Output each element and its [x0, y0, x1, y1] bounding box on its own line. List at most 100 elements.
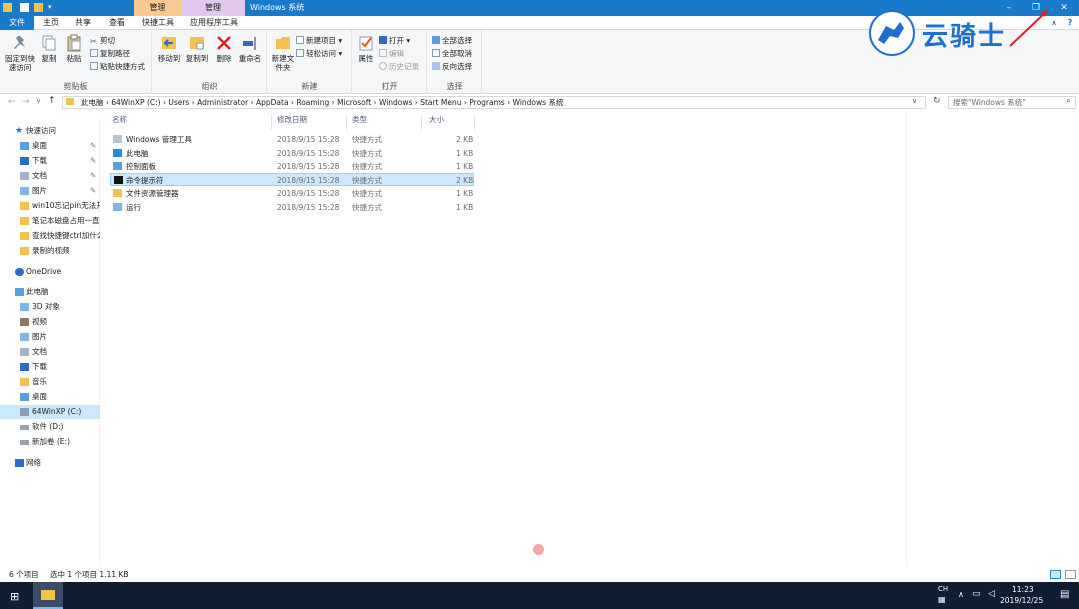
- easy-access-button[interactable]: 轻松访问 ▾: [296, 49, 342, 59]
- nav-quick-item[interactable]: 下载 ✎: [0, 154, 100, 168]
- properties-button[interactable]: 属性: [355, 34, 377, 63]
- nav-pc-item[interactable]: 64WinXP (C:): [0, 405, 100, 419]
- nav-quick-item[interactable]: 桌面 ✎: [0, 139, 100, 153]
- copy-to-button[interactable]: 复制到: [183, 34, 211, 63]
- up-arrow-icon[interactable]: ↑: [48, 96, 56, 106]
- nav-quick-item[interactable]: 查找快捷键ctrl加什么: [0, 229, 100, 243]
- chevron-up-icon[interactable]: ∧: [958, 590, 964, 599]
- nav-network[interactable]: 网络: [0, 456, 100, 470]
- file-row[interactable]: 此电脑 2018/9/15 15:28 快捷方式 1 KB: [110, 147, 474, 160]
- nav-pc-item[interactable]: 软件 (D:): [0, 420, 100, 434]
- tab-file[interactable]: 文件: [0, 16, 34, 30]
- tab-view[interactable]: 查看: [100, 16, 134, 30]
- nav-quick-item[interactable]: 文档 ✎: [0, 169, 100, 183]
- refresh-icon[interactable]: ↻: [933, 96, 941, 106]
- nav-pc-item[interactable]: 新加卷 (E:): [0, 435, 100, 449]
- pin-quick-access-button[interactable]: 固定到快速访问: [3, 34, 37, 72]
- keyboard-grid-icon[interactable]: ▦: [938, 595, 946, 604]
- clock-time[interactable]: 11:23: [1012, 585, 1034, 594]
- file-row[interactable]: 控制面板 2018/9/15 15:28 快捷方式 1 KB: [110, 160, 474, 173]
- windows-start-icon[interactable]: ⊞: [10, 590, 19, 603]
- large-icons-view-icon[interactable]: [1065, 570, 1076, 579]
- this-pc-icon: [113, 149, 122, 157]
- file-name: 运行: [126, 203, 141, 212]
- back-arrow-icon[interactable]: ←: [8, 97, 16, 107]
- address-dropdown-chevron-icon[interactable]: ∨: [912, 97, 917, 105]
- new-item-button[interactable]: 新建项目 ▾: [296, 36, 342, 46]
- clock-date[interactable]: 2019/12/25: [1000, 596, 1043, 605]
- context-tab-manage-1[interactable]: 管理: [134, 0, 181, 16]
- nav-pc-item[interactable]: 图片: [0, 330, 100, 344]
- delete-button[interactable]: 删除: [214, 34, 234, 63]
- file-row[interactable]: 文件资源管理器 2018/9/15 15:28 快捷方式 1 KB: [110, 187, 474, 200]
- paste-button[interactable]: 粘贴: [62, 34, 86, 63]
- open-button[interactable]: 打开 ▾: [379, 36, 410, 46]
- column-header-size[interactable]: 大小: [429, 114, 444, 125]
- nav-pc-item-label: 软件 (D:): [32, 422, 64, 431]
- recent-locations-chevron-icon[interactable]: ∨: [36, 97, 41, 105]
- help-icon[interactable]: ?: [1064, 16, 1076, 30]
- nav-onedrive[interactable]: OneDrive: [0, 265, 100, 279]
- column-header-type[interactable]: 类型: [352, 114, 367, 125]
- new-folder-quick-icon[interactable]: [34, 3, 43, 12]
- copy-button[interactable]: 复制: [38, 34, 60, 63]
- copy-path-button[interactable]: 复制路径: [90, 49, 130, 59]
- new-folder-button[interactable]: 新建文件夹: [270, 34, 296, 72]
- select-none-button[interactable]: 全部取消: [432, 49, 472, 59]
- delete-x-icon: [215, 34, 233, 52]
- nav-pc-item[interactable]: 音乐: [0, 375, 100, 389]
- rename-button[interactable]: 重命名: [236, 34, 264, 63]
- tab-app-tools[interactable]: 应用程序工具: [184, 16, 244, 30]
- file-size: 1 KB: [456, 149, 474, 158]
- nav-this-pc[interactable]: 此电脑: [0, 285, 100, 299]
- search-input[interactable]: 搜索"Windows 系统": [948, 96, 1076, 109]
- file-row[interactable]: 运行 2018/9/15 15:28 快捷方式 1 KB: [110, 201, 474, 214]
- invert-selection-button[interactable]: 反向选择: [432, 62, 472, 72]
- forward-arrow-icon[interactable]: →: [22, 97, 30, 107]
- address-path[interactable]: 此电脑 › 64WinXP (C:) › Users › Administrat…: [62, 96, 926, 109]
- nav-pc-item[interactable]: 桌面: [0, 390, 100, 404]
- ime-indicator[interactable]: CH: [938, 585, 948, 593]
- column-header-date[interactable]: 修改日期: [277, 114, 307, 125]
- column-separator[interactable]: [421, 114, 422, 130]
- copy-icon: [40, 34, 58, 52]
- column-separator[interactable]: [346, 114, 347, 130]
- move-to-button[interactable]: 移动到: [155, 34, 183, 63]
- nav-quick-access[interactable]: ★ 快速访问: [0, 124, 100, 138]
- paste-shortcut-button[interactable]: 粘贴快捷方式: [90, 62, 145, 72]
- nav-pc-item[interactable]: 下载: [0, 360, 100, 374]
- search-icon[interactable]: ⌕: [1066, 96, 1071, 106]
- customize-quick-access-icon[interactable]: ▾: [48, 3, 57, 12]
- network-icon[interactable]: ▭: [972, 589, 981, 599]
- file-row[interactable]: Windows 管理工具 2018/9/15 15:28 快捷方式 2 KB: [110, 133, 474, 146]
- context-tab-manage-2[interactable]: 管理: [181, 0, 245, 16]
- notification-icon[interactable]: ▤: [1060, 589, 1069, 600]
- run-icon: [113, 203, 122, 211]
- file-explorer-icon: [41, 590, 55, 600]
- tab-share[interactable]: 共享: [68, 16, 98, 30]
- history-button[interactable]: 历史记录: [379, 62, 419, 72]
- volume-icon[interactable]: ◁: [988, 589, 995, 599]
- nav-quick-item[interactable]: 笔记本磁盘占用一直: [0, 214, 100, 228]
- nav-pc-item[interactable]: 文档: [0, 345, 100, 359]
- cut-button[interactable]: ✂ 剪切: [90, 36, 115, 46]
- copy-to-label: 复制到: [185, 54, 209, 63]
- nav-pc-item[interactable]: 视频: [0, 315, 100, 329]
- select-all-button[interactable]: 全部选择: [432, 36, 472, 46]
- nav-quick-item[interactable]: 录制的视频: [0, 244, 100, 258]
- properties-quick-icon[interactable]: [20, 3, 29, 12]
- nav-quick-item[interactable]: win10忘记pin无法开: [0, 199, 100, 213]
- edit-button[interactable]: 编辑: [379, 49, 404, 59]
- tab-shortcut-tools[interactable]: 快捷工具: [136, 16, 180, 30]
- open-group: 属性 打开 ▾ 编辑 历史记录 打开: [353, 30, 427, 94]
- column-separator[interactable]: [474, 114, 475, 130]
- tab-home[interactable]: 主页: [36, 16, 66, 30]
- nav-pc-item[interactable]: 3D 对象: [0, 300, 100, 314]
- column-separator[interactable]: [271, 114, 272, 130]
- details-view-icon[interactable]: [1050, 570, 1061, 579]
- file-row-selected[interactable]: 命令提示符 2018/9/15 15:28 快捷方式 2 KB: [110, 173, 474, 186]
- taskbar-file-explorer[interactable]: [33, 582, 63, 609]
- close-button[interactable]: ✕: [1050, 0, 1078, 16]
- column-header-name[interactable]: 名称: [112, 114, 127, 125]
- nav-quick-item[interactable]: 图片 ✎: [0, 184, 100, 198]
